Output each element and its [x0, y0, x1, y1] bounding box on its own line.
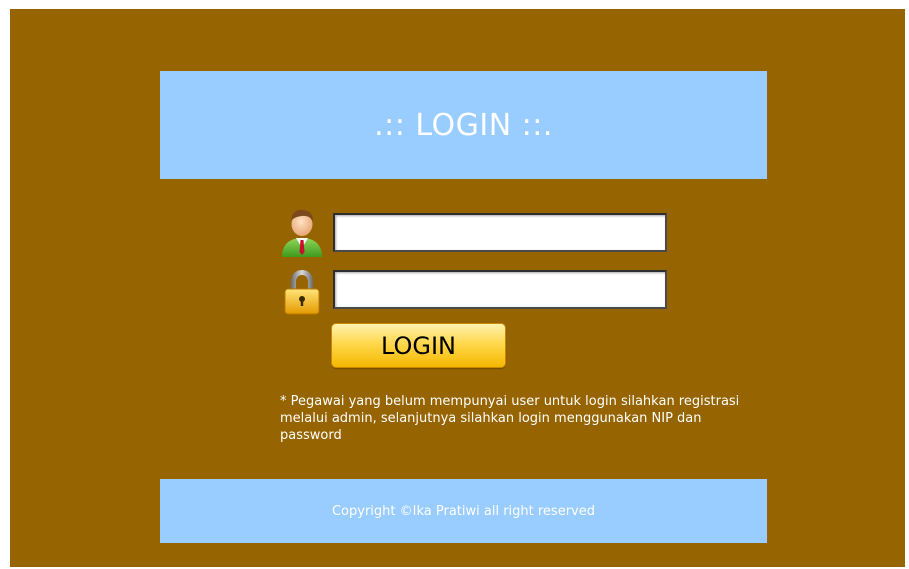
header-banner: .:: LOGIN ::.: [160, 71, 767, 179]
footer-banner: Copyright ©Ika Pratiwi all right reserve…: [160, 479, 767, 543]
login-page: .:: LOGIN ::. LOGIN * Pegawai yang belum…: [10, 9, 905, 567]
user-icon: [278, 206, 326, 258]
password-input[interactable]: [333, 270, 667, 309]
page-title: .:: LOGIN ::.: [374, 107, 553, 143]
username-row: [278, 206, 667, 258]
password-row: [278, 266, 667, 318]
registration-note: * Pegawai yang belum mempunyai user untu…: [280, 394, 740, 443]
lock-icon: [278, 266, 326, 318]
username-input[interactable]: [333, 213, 667, 252]
login-button[interactable]: LOGIN: [331, 323, 506, 368]
copyright-text: Copyright ©Ika Pratiwi all right reserve…: [331, 503, 595, 519]
